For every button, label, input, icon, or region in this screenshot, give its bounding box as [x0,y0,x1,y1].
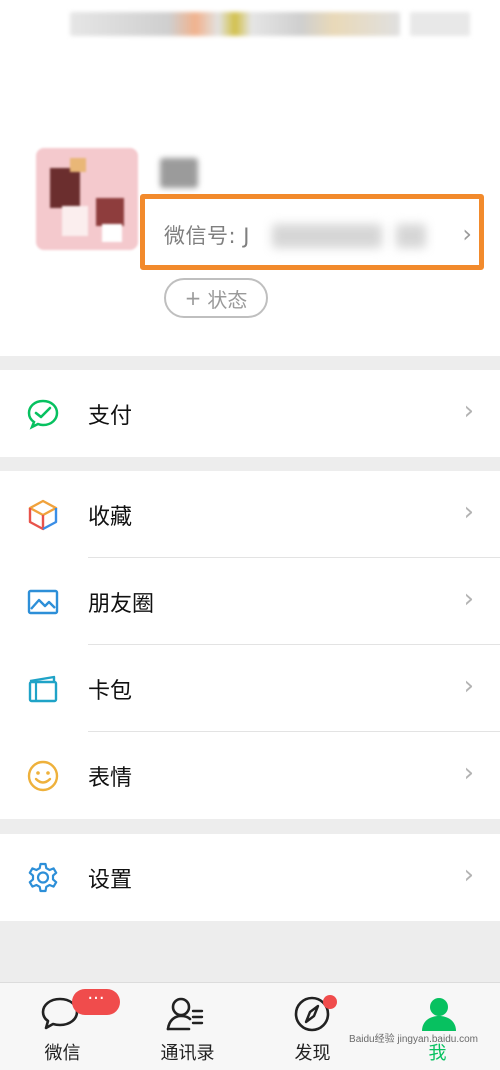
chevron-right-icon: › [463,396,474,426]
tab-discover[interactable]: 发现 [250,983,375,1070]
status-label: 状态 [207,287,248,312]
menu-group-pay: 支付 › [0,370,500,457]
favorites-cube-icon [28,499,58,531]
chevron-right-icon: › [463,671,474,701]
menu-item-settings[interactable]: 设置 › [0,834,500,921]
moments-picture-icon [27,589,59,615]
menu-item-moments[interactable]: 朋友圈 › [0,558,500,645]
watermark: Baidu经验 jingyan.baidu.com [349,1034,478,1045]
chevron-right-icon: › [463,758,474,788]
tab-label: 微信 [44,1043,81,1064]
highlight-box [140,194,484,270]
menu-item-card-wallet[interactable]: 卡包 › [0,645,500,732]
blurred-status-bar-right [410,12,470,36]
nickname-blurred [160,158,198,188]
discover-new-dot [323,995,337,1009]
add-status-button[interactable]: + 状态 [164,278,268,318]
menu-item-favorites[interactable]: 收藏 › [0,471,500,558]
pay-icon [27,399,59,430]
menu-item-stickers[interactable]: 表情 › [0,732,500,819]
menu-item-label: 表情 [88,766,133,791]
profile-header: 微信号: J › + 状态 [0,0,500,356]
bottom-tab-bar: ··· 微信 通讯录 发现 我 [0,982,500,1070]
card-wallet-icon [28,675,58,703]
menu-item-label: 支付 [88,404,133,429]
avatar[interactable] [36,148,138,250]
menu-item-pay[interactable]: 支付 › [0,370,500,457]
chevron-right-icon: › [463,584,474,614]
menu-group-main: 收藏 › 朋友圈 › 卡包 › 表情 › [0,471,500,819]
menu-item-label: 设置 [88,868,133,893]
menu-item-label: 卡包 [88,679,133,704]
menu-group-settings: 设置 › [0,834,500,921]
tab-chats[interactable]: ··· 微信 [0,983,125,1070]
tab-me[interactable]: 我 [375,983,500,1070]
plus-icon: + [184,286,202,310]
unread-badge: ··· [72,989,120,1015]
smile-face-icon [27,760,59,792]
menu-item-label: 收藏 [88,505,133,530]
tab-contacts[interactable]: 通讯录 [125,983,250,1070]
chevron-right-icon: › [463,497,474,527]
menu-item-label: 朋友圈 [88,592,155,617]
gear-icon [28,862,58,893]
contacts-icon [166,997,204,1031]
tab-label: 通讯录 [160,1043,215,1064]
blurred-status-bar [70,12,400,36]
chevron-right-icon: › [463,860,474,890]
me-person-icon [422,998,456,1031]
